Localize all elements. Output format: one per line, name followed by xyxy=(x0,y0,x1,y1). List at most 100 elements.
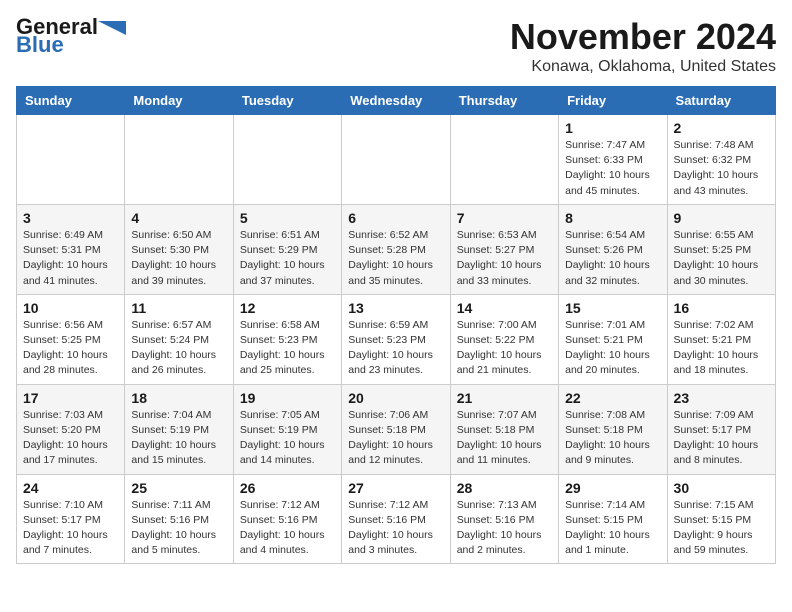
day-info: Sunrise: 7:12 AM Sunset: 5:16 PM Dayligh… xyxy=(348,498,443,559)
header-wednesday: Wednesday xyxy=(342,87,450,115)
day-number: 28 xyxy=(457,480,552,496)
calendar-cell: 12 Sunrise: 6:58 AM Sunset: 5:23 PM Dayli… xyxy=(233,294,341,384)
calendar-cell: 13 Sunrise: 6:59 AM Sunset: 5:23 PM Dayli… xyxy=(342,294,450,384)
weekday-header-row: Sunday Monday Tuesday Wednesday Thursday… xyxy=(17,87,776,115)
day-info: Sunrise: 7:05 AM Sunset: 5:19 PM Dayligh… xyxy=(240,408,335,469)
header-tuesday: Tuesday xyxy=(233,87,341,115)
day-number: 9 xyxy=(674,210,769,226)
day-info: Sunrise: 7:01 AM Sunset: 5:21 PM Dayligh… xyxy=(565,318,660,379)
day-number: 27 xyxy=(348,480,443,496)
calendar-cell: 16 Sunrise: 7:02 AM Sunset: 5:21 PM Dayli… xyxy=(667,294,775,384)
day-number: 17 xyxy=(23,390,118,406)
day-info: Sunrise: 6:59 AM Sunset: 5:23 PM Dayligh… xyxy=(348,318,443,379)
day-info: Sunrise: 7:48 AM Sunset: 6:32 PM Dayligh… xyxy=(674,138,769,199)
day-info: Sunrise: 7:07 AM Sunset: 5:18 PM Dayligh… xyxy=(457,408,552,469)
calendar-cell: 9Sunrise: 6:55 AM Sunset: 5:25 PM Daylig… xyxy=(667,204,775,294)
day-number: 26 xyxy=(240,480,335,496)
calendar-cell: 21 Sunrise: 7:07 AM Sunset: 5:18 PM Dayli… xyxy=(450,384,558,474)
logo-arrow-icon xyxy=(98,21,126,35)
calendar-cell: 2 Sunrise: 7:48 AM Sunset: 6:32 PM Daylig… xyxy=(667,115,775,205)
logo: General Blue xyxy=(16,16,126,56)
location-title: Konawa, Oklahoma, United States xyxy=(510,58,776,76)
day-number: 18 xyxy=(131,390,226,406)
month-title: November 2024 xyxy=(510,16,776,58)
calendar-cell: 25Sunrise: 7:11 AM Sunset: 5:16 PM Dayli… xyxy=(125,474,233,564)
day-info: Sunrise: 7:15 AM Sunset: 5:15 PM Dayligh… xyxy=(674,498,769,559)
calendar-cell: 18 Sunrise: 7:04 AM Sunset: 5:19 PM Dayli… xyxy=(125,384,233,474)
logo-blue: Blue xyxy=(16,34,64,56)
header-thursday: Thursday xyxy=(450,87,558,115)
day-number: 30 xyxy=(674,480,769,496)
day-info: Sunrise: 7:12 AM Sunset: 5:16 PM Dayligh… xyxy=(240,498,335,559)
week-row-5: 24 Sunrise: 7:10 AM Sunset: 5:17 PM Dayli… xyxy=(17,474,776,564)
day-number: 11 xyxy=(131,300,226,316)
calendar-cell: 20 Sunrise: 7:06 AM Sunset: 5:18 PM Dayli… xyxy=(342,384,450,474)
day-number: 21 xyxy=(457,390,552,406)
calendar-cell: 8 Sunrise: 6:54 AM Sunset: 5:26 PM Daylig… xyxy=(559,204,667,294)
day-number: 14 xyxy=(457,300,552,316)
day-info: Sunrise: 7:02 AM Sunset: 5:21 PM Dayligh… xyxy=(674,318,769,379)
header-sunday: Sunday xyxy=(17,87,125,115)
day-info: Sunrise: 7:00 AM Sunset: 5:22 PM Dayligh… xyxy=(457,318,552,379)
calendar-cell: 15 Sunrise: 7:01 AM Sunset: 5:21 PM Dayli… xyxy=(559,294,667,384)
calendar-cell: 4Sunrise: 6:50 AM Sunset: 5:30 PM Daylig… xyxy=(125,204,233,294)
day-info: Sunrise: 6:56 AM Sunset: 5:25 PM Dayligh… xyxy=(23,318,118,379)
day-number: 16 xyxy=(674,300,769,316)
day-number: 1 xyxy=(565,120,660,136)
calendar-table: Sunday Monday Tuesday Wednesday Thursday… xyxy=(16,86,776,564)
day-number: 10 xyxy=(23,300,118,316)
calendar-title-area: November 2024 Konawa, Oklahoma, United S… xyxy=(510,16,776,76)
calendar-cell: 29Sunrise: 7:14 AM Sunset: 5:15 PM Dayli… xyxy=(559,474,667,564)
day-info: Sunrise: 6:58 AM Sunset: 5:23 PM Dayligh… xyxy=(240,318,335,379)
week-row-1: 1 Sunrise: 7:47 AM Sunset: 6:33 PM Daylig… xyxy=(17,115,776,205)
day-info: Sunrise: 7:03 AM Sunset: 5:20 PM Dayligh… xyxy=(23,408,118,469)
day-number: 22 xyxy=(565,390,660,406)
day-info: Sunrise: 7:06 AM Sunset: 5:18 PM Dayligh… xyxy=(348,408,443,469)
day-info: Sunrise: 7:09 AM Sunset: 5:17 PM Dayligh… xyxy=(674,408,769,469)
header-saturday: Saturday xyxy=(667,87,775,115)
day-info: Sunrise: 7:47 AM Sunset: 6:33 PM Dayligh… xyxy=(565,138,660,199)
day-number: 20 xyxy=(348,390,443,406)
day-number: 23 xyxy=(674,390,769,406)
day-info: Sunrise: 6:50 AM Sunset: 5:30 PM Dayligh… xyxy=(131,228,226,289)
calendar-cell: 24 Sunrise: 7:10 AM Sunset: 5:17 PM Dayli… xyxy=(17,474,125,564)
week-row-2: 3Sunrise: 6:49 AM Sunset: 5:31 PM Daylig… xyxy=(17,204,776,294)
calendar-cell: 7Sunrise: 6:53 AM Sunset: 5:27 PM Daylig… xyxy=(450,204,558,294)
calendar-cell: 19Sunrise: 7:05 AM Sunset: 5:19 PM Dayli… xyxy=(233,384,341,474)
day-number: 5 xyxy=(240,210,335,226)
day-number: 24 xyxy=(23,480,118,496)
day-number: 13 xyxy=(348,300,443,316)
day-info: Sunrise: 7:13 AM Sunset: 5:16 PM Dayligh… xyxy=(457,498,552,559)
day-number: 8 xyxy=(565,210,660,226)
calendar-cell: 26 Sunrise: 7:12 AM Sunset: 5:16 PM Dayli… xyxy=(233,474,341,564)
header-friday: Friday xyxy=(559,87,667,115)
day-number: 12 xyxy=(240,300,335,316)
day-info: Sunrise: 7:10 AM Sunset: 5:17 PM Dayligh… xyxy=(23,498,118,559)
calendar-cell: 22 Sunrise: 7:08 AM Sunset: 5:18 PM Dayli… xyxy=(559,384,667,474)
day-number: 15 xyxy=(565,300,660,316)
day-info: Sunrise: 6:54 AM Sunset: 5:26 PM Dayligh… xyxy=(565,228,660,289)
calendar-cell: 23 Sunrise: 7:09 AM Sunset: 5:17 PM Dayli… xyxy=(667,384,775,474)
day-info: Sunrise: 7:08 AM Sunset: 5:18 PM Dayligh… xyxy=(565,408,660,469)
calendar-cell: 11 Sunrise: 6:57 AM Sunset: 5:24 PM Dayli… xyxy=(125,294,233,384)
day-info: Sunrise: 6:52 AM Sunset: 5:28 PM Dayligh… xyxy=(348,228,443,289)
calendar-cell xyxy=(450,115,558,205)
day-info: Sunrise: 7:04 AM Sunset: 5:19 PM Dayligh… xyxy=(131,408,226,469)
week-row-3: 10 Sunrise: 6:56 AM Sunset: 5:25 PM Dayli… xyxy=(17,294,776,384)
calendar-cell: 28 Sunrise: 7:13 AM Sunset: 5:16 PM Dayli… xyxy=(450,474,558,564)
calendar-cell: 14 Sunrise: 7:00 AM Sunset: 5:22 PM Dayli… xyxy=(450,294,558,384)
day-number: 2 xyxy=(674,120,769,136)
day-info: Sunrise: 6:49 AM Sunset: 5:31 PM Dayligh… xyxy=(23,228,118,289)
header-monday: Monday xyxy=(125,87,233,115)
calendar-cell: 27 Sunrise: 7:12 AM Sunset: 5:16 PM Dayli… xyxy=(342,474,450,564)
calendar-cell xyxy=(342,115,450,205)
day-number: 25 xyxy=(131,480,226,496)
calendar-cell xyxy=(17,115,125,205)
day-info: Sunrise: 6:51 AM Sunset: 5:29 PM Dayligh… xyxy=(240,228,335,289)
day-number: 29 xyxy=(565,480,660,496)
day-info: Sunrise: 6:57 AM Sunset: 5:24 PM Dayligh… xyxy=(131,318,226,379)
day-number: 6 xyxy=(348,210,443,226)
day-info: Sunrise: 6:53 AM Sunset: 5:27 PM Dayligh… xyxy=(457,228,552,289)
page-header: General Blue November 2024 Konawa, Oklah… xyxy=(16,16,776,76)
calendar-cell xyxy=(125,115,233,205)
